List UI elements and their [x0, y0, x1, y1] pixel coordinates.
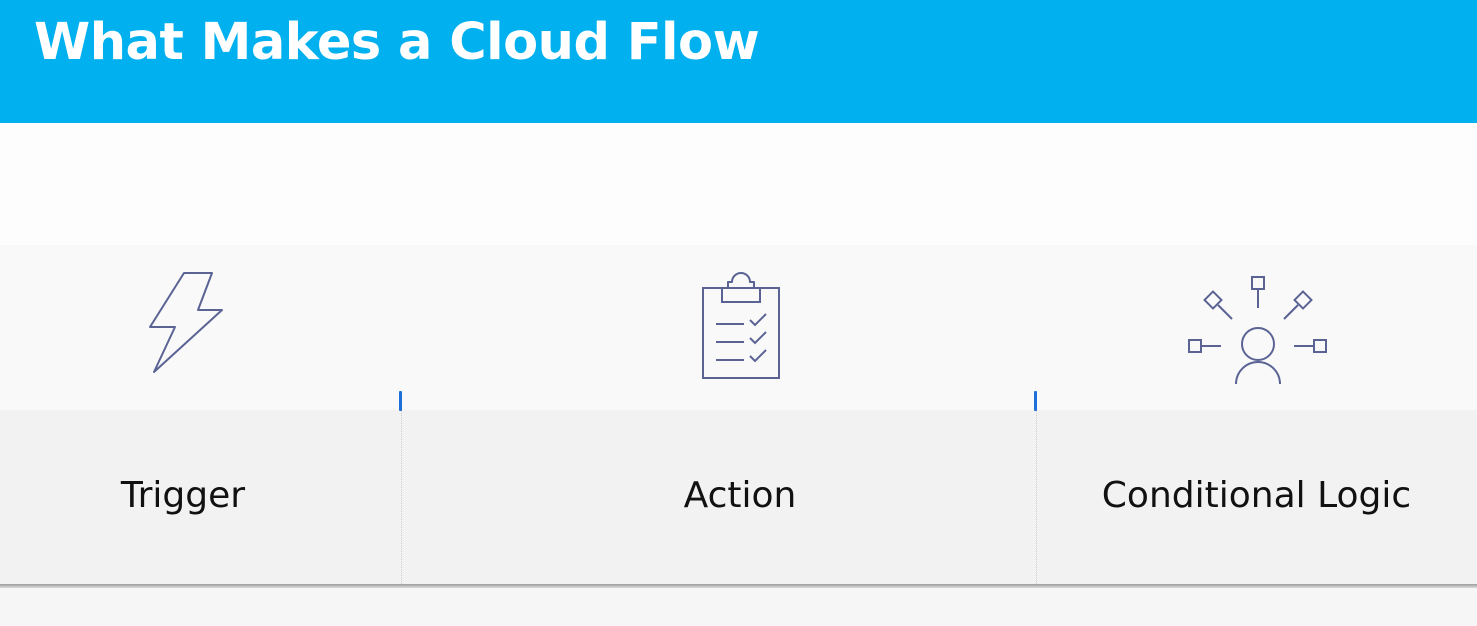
spacer-band: [0, 123, 1477, 245]
person-branching-icon: [1186, 274, 1332, 386]
component-label-conditional-logic: Conditional Logic: [1101, 475, 1412, 516]
component-label-trigger: Trigger: [120, 475, 246, 516]
slide-title: What Makes a Cloud Flow: [34, 13, 760, 72]
bottom-area: [0, 588, 1477, 626]
accent-marker-1: [399, 391, 402, 411]
accent-marker-2: [1034, 391, 1037, 411]
component-label-action: Action: [683, 475, 797, 516]
title-bar: What Makes a Cloud Flow: [0, 0, 1477, 123]
lightning-bolt-icon: [144, 270, 228, 376]
clipboard-checklist-icon: [700, 272, 782, 382]
